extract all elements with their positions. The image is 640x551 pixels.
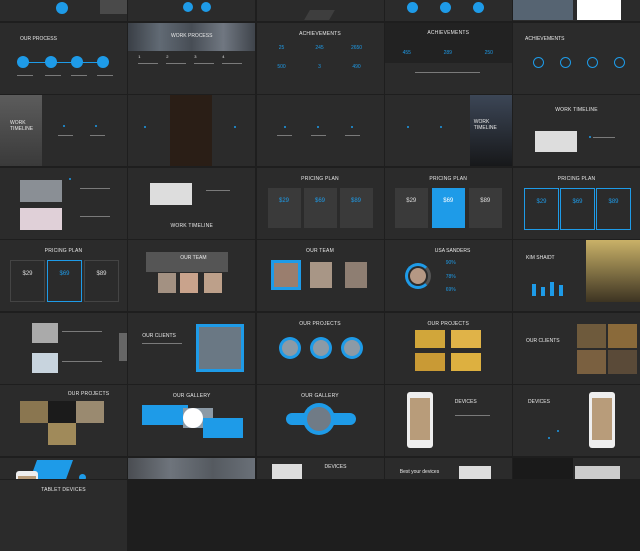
slide-title: ACHIEVEMENTS [427,29,470,36]
slide-work-timeline-a[interactable]: WORK TIMELINE [0,95,127,166]
slide-devices-d[interactable]: DEVICES [256,457,384,479]
slide-thumb-r0c1[interactable] [128,0,256,21]
slide-our-gallery-b[interactable]: OUR GALLERY [256,385,384,456]
slide-achievements-c[interactable]: ACHIEVEMENTS [513,22,640,94]
slide-title: WORK TIMELINE [555,107,598,113]
slide-title: WORK PROCESS [171,32,213,39]
slide-our-team-a[interactable]: OUR TEAM [128,240,256,311]
slide-title: OUR PROCESS [20,35,57,42]
slide-timeline-photo-a[interactable] [128,95,256,166]
slide-work-timeline-b[interactable]: WORK TIMELINE [384,95,512,166]
slide-pricing-a[interactable]: PRICING PLAN $29 $69 $89 [256,167,384,239]
slide-usa-sanders[interactable]: USA SANDERS 90% 78% 69% [384,240,512,311]
slide-our-process[interactable]: OUR PROCESS [0,22,127,94]
slide-achievements-a[interactable]: ACHIEVEMENTS 25 245 2650 500 3 490 [256,22,384,94]
slide-our-projects-a[interactable]: OUR PROJECTS [256,312,384,384]
slide-photos-two[interactable] [0,167,127,239]
slide-thumb-r0c0[interactable] [0,0,127,21]
slide-photos-stack[interactable] [0,312,127,384]
slide-thumbnail-grid: OUR PROCESS WORK PROCESS 1 2 3 4 ACHIEVE… [0,0,640,551]
slide-pricing-b[interactable]: PRICING PLAN $29 $69 $89 [384,167,512,239]
slide-devices-b[interactable]: DEVICES [513,385,640,456]
slide-our-clients-a[interactable]: OUR CLIENTS [128,312,256,384]
slide-our-clients-b[interactable]: OUR CLIENTS [513,312,640,384]
slide-our-projects-b[interactable]: OUR PROJECTS [384,312,512,384]
slide-devices-c[interactable] [0,457,127,479]
slide-devices-a[interactable]: DEVICES [384,385,512,456]
slide-work-timeline-d[interactable]: WORK TIMELINE [128,167,256,239]
slide-tablet-devices[interactable]: TABLET DEVICES [0,480,127,551]
slide-devices-e[interactable] [513,457,640,479]
slide-kim-shaidt[interactable]: KIM SHAIDT [513,240,640,311]
slide-thumb-r0c4[interactable] [513,0,640,21]
slide-title: ACHIEVEMENTS [525,35,565,42]
slide-team-photo[interactable] [128,457,256,479]
slide-work-process[interactable]: WORK PROCESS 1 2 3 4 [128,22,256,94]
slide-work-timeline-c[interactable]: WORK TIMELINE [513,95,640,166]
slide-pricing-d[interactable]: PRICING PLAN $29 $69 $89 [0,240,127,311]
slide-our-team-b[interactable]: OUR TEAM [256,240,384,311]
slide-title: ACHIEVEMENTS [299,30,341,37]
slide-our-projects-c[interactable]: OUR PROJECTS [0,385,127,456]
slide-pricing-c[interactable]: PRICING PLAN $29 $69 $89 [513,167,640,239]
slide-our-gallery-a[interactable]: OUR GALLERY [128,385,256,456]
slide-best-devices[interactable]: Best your devices [384,457,512,479]
slide-timeline-dots[interactable] [256,95,384,166]
slide-achievements-b[interactable]: ACHIEVEMENTS 455 289 250 [384,22,512,94]
slide-thumb-r0c2[interactable] [256,0,384,21]
slide-thumb-r0c3[interactable] [384,0,512,21]
